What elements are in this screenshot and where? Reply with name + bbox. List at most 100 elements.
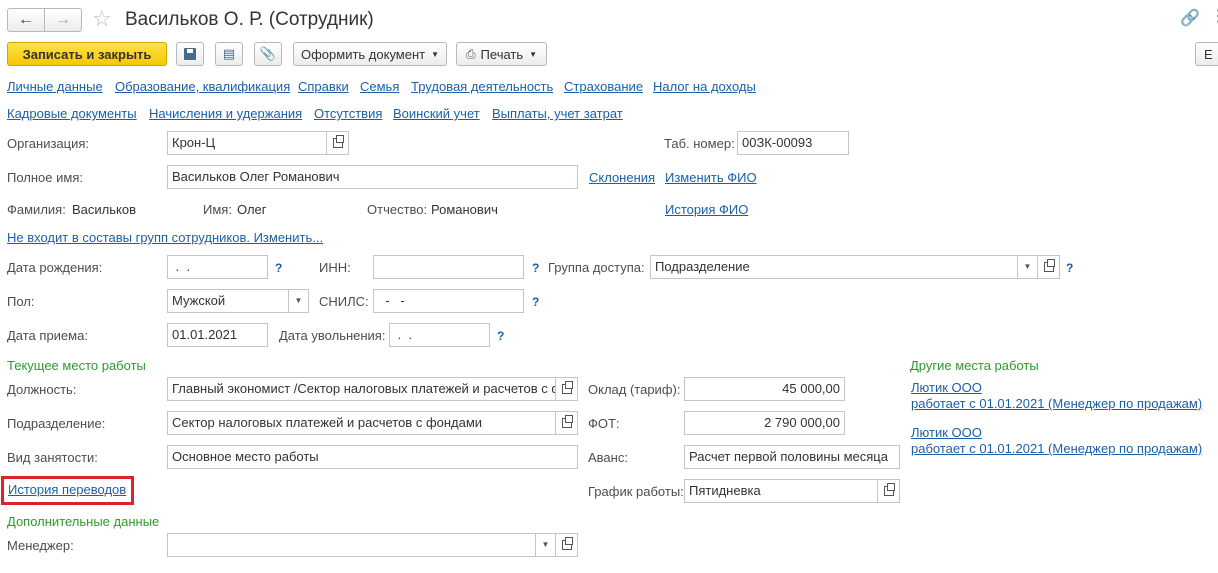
nav-link-accruals[interactable]: Начисления и удержания xyxy=(149,106,302,122)
advance-field[interactable]: Расчет первой половины месяца xyxy=(684,445,900,469)
advance-label: Аванс: xyxy=(588,450,628,465)
advance-value: Расчет первой половины месяца xyxy=(689,449,888,464)
list-button[interactable]: ▤ xyxy=(215,42,243,66)
groups-link[interactable]: Не входит в составы групп сотрудников. И… xyxy=(7,230,323,246)
back-button[interactable]: ← xyxy=(7,8,45,32)
nav-link-family[interactable]: Семья xyxy=(360,79,399,95)
attach-button[interactable]: 📎 xyxy=(254,42,282,66)
position-field[interactable]: Главный экономист /Сектор налоговых плат… xyxy=(167,377,578,401)
employment-type-label: Вид занятости: xyxy=(7,450,98,465)
hire-date-value: 01.01.2021 xyxy=(172,327,238,342)
position-open-button[interactable] xyxy=(555,378,577,400)
fire-date-field[interactable]: . . xyxy=(389,323,490,347)
star-icon[interactable]: ☆ xyxy=(92,6,112,32)
nav-link-personal[interactable]: Личные данные xyxy=(7,79,103,95)
manager-open-button[interactable] xyxy=(555,534,577,556)
gender-dropdown[interactable]: ▼ xyxy=(288,290,308,312)
surname-value: Васильков xyxy=(72,202,136,217)
position-label: Должность: xyxy=(7,382,77,397)
floppy-icon xyxy=(184,48,196,60)
schedule-label: График работы: xyxy=(588,484,684,499)
org-label: Организация: xyxy=(7,136,90,151)
arrow-left-icon: ← xyxy=(18,11,34,28)
nav-link-military[interactable]: Воинский учет xyxy=(393,106,480,122)
open-icon xyxy=(561,415,573,428)
fullname-field[interactable]: Васильков Олег Романович xyxy=(167,165,578,189)
more-button[interactable]: Е xyxy=(1195,42,1218,66)
other-work-org-2[interactable]: Лютик ООО xyxy=(911,425,982,441)
fire-help-icon[interactable]: ? xyxy=(497,328,504,344)
access-help-icon[interactable]: ? xyxy=(1066,260,1073,276)
snils-label: СНИЛС: xyxy=(319,294,369,309)
nav-link-labor[interactable]: Трудовая деятельность xyxy=(411,79,553,95)
birth-field[interactable]: . . xyxy=(167,255,268,279)
access-group-dropdown[interactable]: ▼ xyxy=(1017,256,1037,278)
inn-help-icon[interactable]: ? xyxy=(532,260,539,276)
access-group-open-button[interactable] xyxy=(1037,256,1059,278)
other-work-desc-1[interactable]: работает с 01.01.2021 (Менеджер по прода… xyxy=(911,396,1202,412)
fot-value: 2 790 000,00 xyxy=(764,415,840,430)
nav-link-education[interactable]: Образование, квалификация xyxy=(115,79,290,95)
create-document-button[interactable]: Оформить документ ▼ xyxy=(293,42,447,66)
gender-field[interactable]: Мужской ▼ xyxy=(167,289,309,313)
other-work-desc-2[interactable]: работает с 01.01.2021 (Менеджер по прода… xyxy=(911,441,1202,457)
open-icon xyxy=(332,135,344,148)
birth-help-icon[interactable]: ? xyxy=(275,260,282,276)
tab-number-field[interactable]: 00ЗК-00093 xyxy=(737,131,849,155)
more-label: Е xyxy=(1204,46,1213,62)
dept-field[interactable]: Сектор налоговых платежей и расчетов с ф… xyxy=(167,411,578,435)
employment-type-field[interactable]: Основное место работы xyxy=(167,445,578,469)
window-title: Васильков О. Р. (Сотрудник) xyxy=(125,9,374,30)
create-document-label: Оформить документ xyxy=(300,46,426,62)
dept-open-button[interactable] xyxy=(555,412,577,434)
access-group-value: Подразделение xyxy=(655,259,750,274)
change-fio-link[interactable]: Изменить ФИО xyxy=(665,170,757,186)
org-open-button[interactable] xyxy=(326,132,348,154)
snils-help-icon[interactable]: ? xyxy=(532,294,539,310)
forward-button[interactable]: → xyxy=(44,8,82,32)
nav-link-payments[interactable]: Выплаты, учет затрат xyxy=(492,106,623,122)
transfer-history-link[interactable]: История переводов xyxy=(8,482,126,498)
inn-field[interactable] xyxy=(373,255,524,279)
fio-history-link[interactable]: История ФИО xyxy=(665,202,748,218)
arrow-right-icon: → xyxy=(55,11,71,28)
declension-link[interactable]: Склонения xyxy=(589,170,655,186)
link-icon[interactable]: 🔗 xyxy=(1180,8,1200,28)
name-value: Олег xyxy=(237,202,267,217)
snils-field[interactable]: - - xyxy=(373,289,524,313)
save-button[interactable] xyxy=(176,42,204,66)
access-group-field[interactable]: Подразделение ▼ xyxy=(650,255,1060,279)
patronymic-label: Отчество: xyxy=(367,202,428,217)
salary-value: 45 000,00 xyxy=(782,381,840,396)
nav-link-references[interactable]: Справки xyxy=(298,79,349,95)
schedule-field[interactable]: Пятидневка xyxy=(684,479,900,503)
hire-date-label: Дата приема: xyxy=(7,328,88,343)
manager-field[interactable]: ▼ xyxy=(167,533,578,557)
save-close-button[interactable]: Записать и закрыть xyxy=(7,42,167,66)
nav-link-income-tax[interactable]: Налог на доходы xyxy=(653,79,756,95)
manager-dropdown[interactable]: ▼ xyxy=(535,534,555,556)
fot-label: ФОТ: xyxy=(588,416,620,431)
fullname-value: Васильков Олег Романович xyxy=(172,169,340,184)
printer-icon: ⎙ xyxy=(465,46,476,61)
salary-field[interactable]: 45 000,00 xyxy=(684,377,845,401)
tab-number-label: Таб. номер: xyxy=(664,136,735,151)
fire-date-value: . . xyxy=(394,327,413,342)
more-vertical-icon[interactable]: ⋮ xyxy=(1210,6,1218,26)
snils-value: - - xyxy=(378,293,405,308)
position-value: Главный экономист /Сектор налоговых плат… xyxy=(172,381,578,396)
hire-date-field[interactable]: 01.01.2021 xyxy=(167,323,268,347)
nav-link-absences[interactable]: Отсутствия xyxy=(314,106,382,122)
gender-value: Мужской xyxy=(172,293,226,308)
nav-link-insurance[interactable]: Страхование xyxy=(564,79,643,95)
org-field[interactable]: Крон-Ц xyxy=(167,131,349,155)
open-icon xyxy=(1043,259,1055,272)
schedule-open-button[interactable] xyxy=(877,480,899,502)
nav-link-hr-docs[interactable]: Кадровые документы xyxy=(7,106,137,122)
print-button[interactable]: ⎙ Печать ▼ xyxy=(456,42,547,66)
fot-field[interactable]: 2 790 000,00 xyxy=(684,411,845,435)
other-work-org-1[interactable]: Лютик ООО xyxy=(911,380,982,396)
open-icon xyxy=(561,381,573,394)
schedule-value: Пятидневка xyxy=(689,483,761,498)
gender-label: Пол: xyxy=(7,294,35,309)
